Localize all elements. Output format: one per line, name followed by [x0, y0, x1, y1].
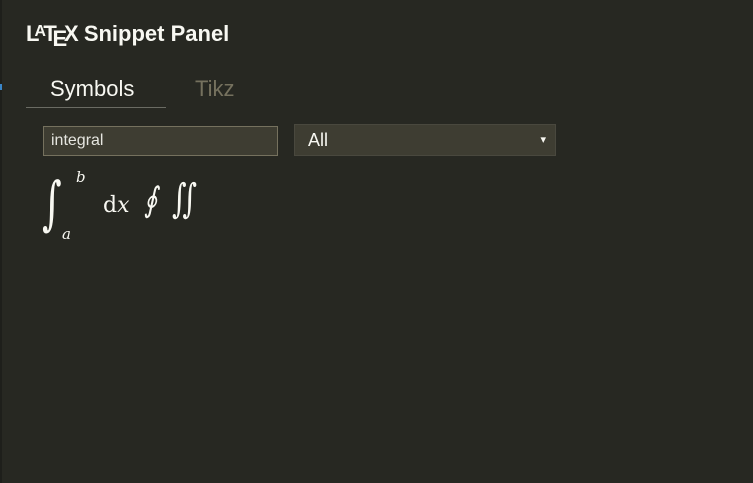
symbol-list: ∫ b a dx ∮ ∫∫	[40, 168, 240, 244]
search-input[interactable]	[43, 126, 278, 156]
symbol-integral-limits[interactable]: ∫ b a	[40, 168, 90, 244]
chevron-down-icon: ▾	[540, 134, 546, 146]
panel-title: LATEX Snippet Panel	[26, 20, 229, 51]
symbol-dx-x: x	[117, 193, 130, 218]
panel-title-text: Snippet Panel	[77, 21, 230, 46]
tab-symbols[interactable]: Symbols	[26, 74, 166, 108]
symbol-contour-integral[interactable]: ∮	[144, 180, 157, 220]
symbol-dx[interactable]: dx	[103, 193, 130, 218]
lower-limit: a	[62, 225, 71, 243]
category-select-value: All	[308, 130, 329, 150]
resize-handle[interactable]	[0, 84, 2, 90]
category-select[interactable]: All ▾	[294, 124, 556, 156]
panel-left-edge	[0, 0, 2, 483]
integral-sign: ∫	[42, 169, 62, 237]
symbol-double-integral[interactable]: ∫∫	[172, 176, 197, 222]
upper-limit: b	[76, 168, 86, 186]
symbol-dx-d: d	[103, 193, 118, 218]
latex-logo: LATEX	[26, 21, 79, 51]
tab-tikz[interactable]: Tikz	[195, 74, 235, 108]
